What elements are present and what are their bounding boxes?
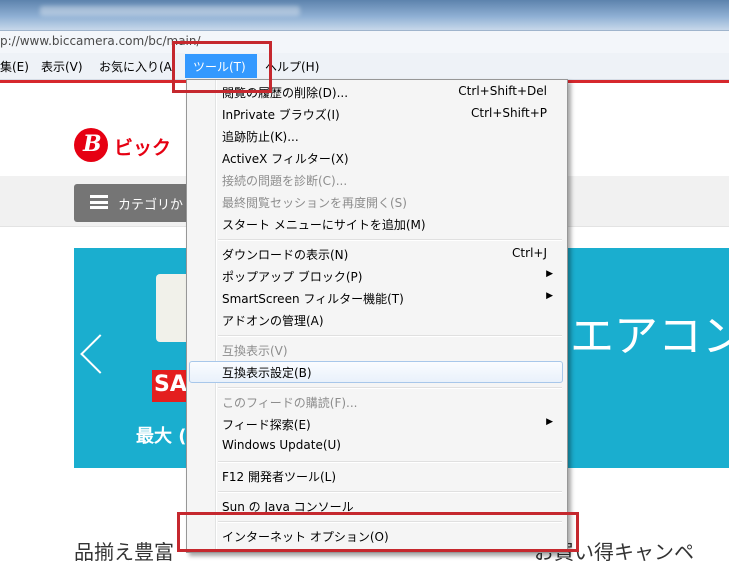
menuitem-add-to-start-menu[interactable]: スタート メニューにサイトを追加(M) [189,213,563,235]
shortcut-label: Ctrl+Shift+P [471,106,547,120]
chevron-left-icon[interactable] [80,334,120,374]
submenu-arrow-icon: ▶ [546,417,553,427]
menu-help[interactable]: ヘルプ(H) [265,58,319,75]
menu-separator [218,335,562,337]
menuitem-inprivate[interactable]: InPrivate ブラウズ(I) Ctrl+Shift+P [189,103,563,125]
shortcut-label: Ctrl+J [512,246,547,260]
menu-separator [218,491,562,493]
logo-mark: B [74,128,108,162]
menu-favorites[interactable]: お気に入り(A [99,58,172,75]
menuitem-f12-developer-tools[interactable]: F12 開発者ツール(L) [189,465,563,487]
menuitem-view-downloads[interactable]: ダウンロードの表示(N) Ctrl+J [189,243,563,265]
menuitem-diagnose-connection: 接続の問題を診断(C)... [222,174,348,188]
menu-separator [218,461,562,463]
menu-bar: 集(E) 表示(V) お気に入り(A ヘルプ(H) [0,53,729,80]
submenu-arrow-icon: ▶ [546,269,553,279]
banner-headline: エアコン [570,311,729,362]
hamburger-icon [90,195,108,209]
logo-text: ビック [114,137,172,159]
menuitem-manage-addons[interactable]: アドオンの管理(A) [189,309,563,331]
menuitem-compatibility-view-settings[interactable]: 互換表示設定(B) [189,361,563,383]
banner-max-text: 最大 ( [136,426,187,447]
menuitem-feed-discovery[interactable]: フィード探索(E) ▶ [189,413,563,435]
menuitem-activex-filter[interactable]: ActiveX フィルター(X) [189,147,563,169]
category-button-label: カテゴリか [118,198,184,213]
category-button[interactable]: カテゴリか [74,184,194,222]
menu-separator [218,239,562,241]
menu-view[interactable]: 表示(V) [41,58,83,75]
window-title-bar [0,0,729,30]
menuitem-windows-update[interactable]: Windows Update(U) [189,435,563,457]
tools-dropdown-menu: 閲覧の履歴の削除(D)... Ctrl+Shift+Del InPrivate … [186,79,568,553]
submenu-arrow-icon: ▶ [546,291,553,301]
shortcut-label: Ctrl+Shift+Del [458,84,547,98]
menuitem-compatibility-view: 互換表示(V) [222,344,288,358]
address-bar[interactable]: p://www.biccamera.com/bc/main/ [0,30,729,54]
menuitem-popup-blocker[interactable]: ポップアップ ブロック(P) ▶ [189,265,563,287]
menuitem-reopen-session: 最終閲覧セッションを再度開く(S) [222,196,407,210]
annotation-box-internet-options [177,512,579,552]
menu-edit[interactable]: 集(E) [0,58,29,75]
menuitem-smartscreen[interactable]: SmartScreen フィルター機能(T) ▶ [189,287,563,309]
address-url[interactable]: p://www.biccamera.com/bc/main/ [0,34,201,48]
annotation-box-tools-menu [172,41,272,93]
menu-separator [218,387,562,389]
section-heading-left: 品揃え豊富 [74,540,174,564]
menuitem-tracking-protection[interactable]: 追跡防止(K)... [189,125,563,147]
menuitem-subscribe-feed: このフィードの購読(F)... [222,396,358,410]
